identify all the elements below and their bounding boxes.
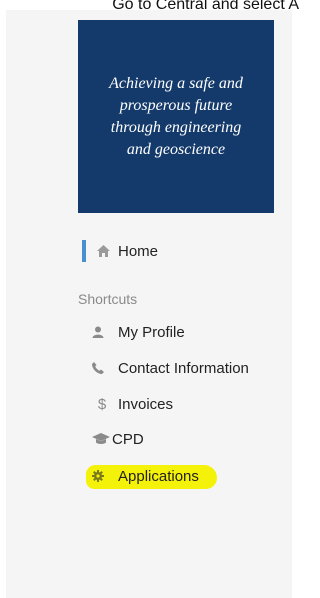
gear-icon	[92, 470, 112, 482]
sidebar-panel: Achieving a safe and prosperous future t…	[6, 10, 292, 598]
banner-tagline: Achieving a safe and prosperous future t…	[109, 74, 243, 158]
graduation-cap-icon	[92, 433, 112, 445]
shortcut-contact-information[interactable]: Contact Information	[92, 358, 249, 378]
nav-item-home[interactable]: Home	[82, 240, 158, 262]
shortcut-my-profile[interactable]: My Profile	[92, 322, 185, 342]
nav-item-home-label: Home	[118, 242, 159, 260]
shortcut-label: Invoices	[118, 395, 174, 413]
phone-icon	[92, 362, 112, 374]
shortcut-label: Contact Information	[118, 359, 249, 377]
shortcut-invoices[interactable]: $ Invoices	[92, 394, 173, 414]
shortcut-applications[interactable]: Applications	[92, 466, 199, 486]
user-icon	[92, 326, 112, 338]
active-indicator	[82, 240, 86, 262]
shortcut-label: Applications	[118, 467, 199, 485]
home-icon	[97, 245, 110, 257]
brand-banner: Achieving a safe and prosperous future t…	[78, 20, 274, 213]
shortcuts-heading: Shortcuts	[78, 291, 138, 307]
shortcut-label: CPD	[112, 430, 144, 448]
dollar-icon: $	[97, 395, 107, 413]
shortcut-label: My Profile	[118, 323, 185, 341]
shortcut-cpd[interactable]: CPD	[92, 429, 144, 449]
